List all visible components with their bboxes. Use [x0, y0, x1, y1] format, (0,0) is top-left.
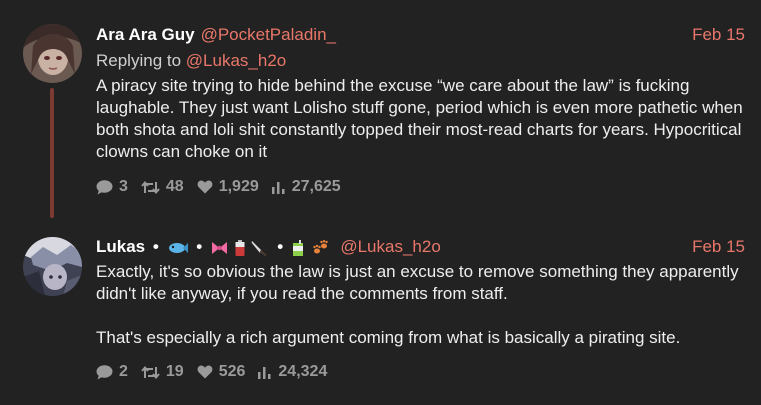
reply-stat[interactable]: 2: [96, 363, 128, 381]
post-body: Exactly, it's so obvious the law is just…: [96, 261, 745, 349]
fish-emoji-icon: [168, 242, 188, 253]
post-stats: 2 19 526 24,324: [96, 361, 745, 383]
repost-count: 19: [165, 363, 184, 380]
user-handle[interactable]: @Lukas_h2o: [340, 237, 440, 256]
post-header: Lukas • • • @Lukas_h2o Feb 15: [96, 236, 745, 258]
knife-emoji-icon: [251, 240, 268, 256]
replying-to-handle[interactable]: @Lukas_h2o: [186, 51, 286, 70]
post-paragraph: That's especially a rich argument coming…: [96, 328, 681, 347]
replying-to-label: Replying to: [96, 51, 182, 70]
bar-chart-icon: [258, 366, 271, 379]
views-stat[interactable]: 24,324: [258, 363, 327, 381]
post-body: A piracy site trying to hide behind the …: [96, 75, 745, 163]
display-name[interactable]: Lukas: [96, 237, 145, 256]
heart-icon: [197, 180, 213, 194]
paw-prints-emoji-icon: [312, 239, 328, 254]
repost-count: 48: [165, 178, 184, 195]
repost-stat[interactable]: 48: [141, 178, 184, 196]
repost-stat[interactable]: 19: [141, 363, 184, 381]
post-ara-ara-guy[interactable]: Ara Ara Guy @PocketPaladin_ Feb 15 Replyi…: [0, 0, 761, 220]
juice-box-emoji-icon: [292, 239, 303, 256]
like-count: 1,929: [218, 178, 259, 195]
avatar[interactable]: [23, 24, 82, 83]
display-name[interactable]: Ara Ara Guy: [96, 25, 195, 44]
like-count: 526: [218, 363, 246, 380]
ribbon-emoji-icon: [211, 241, 227, 254]
like-stat[interactable]: 1,929: [197, 178, 259, 196]
post-paragraph: Exactly, it's so obvious the law is just…: [96, 262, 739, 303]
post-lukas[interactable]: Lukas • • • @Lukas_h2o Feb 15 Exactly, i…: [0, 220, 761, 405]
reply-count: 3: [119, 178, 128, 195]
views-count: 24,324: [278, 363, 328, 380]
views-stat[interactable]: 27,625: [271, 178, 341, 196]
comment-icon: [96, 179, 113, 194]
user-handle[interactable]: @PocketPaladin_: [201, 25, 336, 44]
bar-chart-icon: [271, 181, 285, 194]
comment-icon: [96, 364, 113, 379]
thread-connector-line: [50, 88, 54, 218]
post-header: Ara Ara Guy @PocketPaladin_ Feb 15: [96, 24, 745, 46]
separator-dot: •: [152, 237, 159, 256]
battery-emoji-icon: [235, 239, 245, 256]
post-date[interactable]: Feb 15: [692, 24, 745, 46]
repost-icon: [141, 365, 160, 379]
repost-icon: [141, 180, 160, 194]
avatar[interactable]: [23, 237, 82, 296]
post-paragraph: A piracy site trying to hide behind the …: [96, 76, 743, 161]
reply-count: 2: [119, 363, 128, 380]
separator-dot: •: [196, 237, 203, 256]
post-date[interactable]: Feb 15: [692, 236, 745, 258]
reply-stat[interactable]: 3: [96, 178, 128, 196]
post-stats: 3 48 1,929 27,625: [96, 176, 745, 198]
like-stat[interactable]: 526: [197, 363, 246, 381]
heart-icon: [197, 365, 213, 379]
separator-dot: •: [277, 237, 284, 256]
replying-to: Replying to @Lukas_h2o: [96, 50, 745, 72]
views-count: 27,625: [291, 178, 341, 195]
